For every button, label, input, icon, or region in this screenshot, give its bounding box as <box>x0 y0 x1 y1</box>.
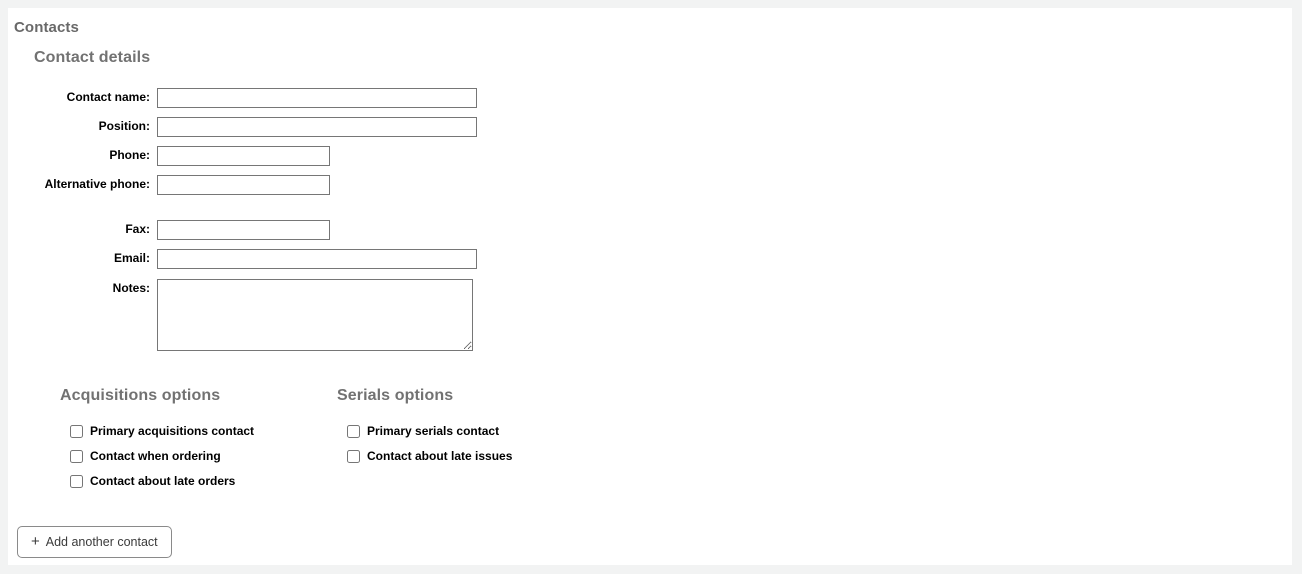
contact-about-late-orders-label: Contact about late orders <box>90 474 236 488</box>
add-another-contact-label: Add another contact <box>45 535 158 549</box>
contact-details-heading: Contact details <box>34 49 151 66</box>
serials-options-list: Primary serials contact Contact about la… <box>329 423 512 473</box>
notes-label: Notes: <box>112 281 150 295</box>
field-row-fax: Fax: <box>8 220 1292 251</box>
field-row-phone: Phone: <box>8 146 1292 177</box>
phone-input[interactable] <box>157 146 330 166</box>
option-contact-about-late-orders[interactable]: Contact about late orders <box>52 473 235 498</box>
fax-label: Fax: <box>125 222 150 236</box>
contact-name-input[interactable] <box>157 88 477 108</box>
field-row-email: Email: <box>8 249 1292 280</box>
acquisitions-options-column: Acquisitions options Primary acquisition… <box>52 386 254 498</box>
position-label: Position: <box>98 119 150 133</box>
option-primary-acquisitions-contact[interactable]: Primary acquisitions contact <box>52 423 254 448</box>
position-input[interactable] <box>157 117 477 137</box>
field-row-alternative-phone: Alternative phone: <box>8 175 1292 222</box>
option-contact-about-late-issues[interactable]: Contact about late issues <box>329 448 512 473</box>
acquisitions-options-heading: Acquisitions options <box>60 387 221 404</box>
primary-acquisitions-contact-label: Primary acquisitions contact <box>90 424 255 438</box>
phone-label: Phone: <box>109 148 150 162</box>
plus-icon: + <box>31 532 40 550</box>
contact-options: Acquisitions options Primary acquisition… <box>8 386 1292 506</box>
email-label: Email: <box>113 251 150 265</box>
contact-about-late-issues-checkbox[interactable] <box>347 450 360 463</box>
add-another-contact-button[interactable]: + Add another contact <box>17 526 172 558</box>
contact-when-ordering-checkbox[interactable] <box>70 450 83 463</box>
option-contact-when-ordering[interactable]: Contact when ordering <box>52 448 221 473</box>
fax-input[interactable] <box>157 220 330 240</box>
page-title: Contacts <box>14 19 79 36</box>
email-input[interactable] <box>157 249 477 269</box>
alternative-phone-input[interactable] <box>157 175 330 195</box>
acquisitions-options-list: Primary acquisitions contact Contact whe… <box>52 423 254 498</box>
field-row-position: Position: <box>8 117 1292 148</box>
primary-serials-contact-label: Primary serials contact <box>367 424 500 438</box>
contact-about-late-orders-checkbox[interactable] <box>70 475 83 488</box>
field-row-contact-name: Contact name: <box>8 88 1292 119</box>
field-row-notes: Notes: <box>8 279 1292 360</box>
contact-when-ordering-label: Contact when ordering <box>90 449 221 463</box>
primary-acquisitions-contact-checkbox[interactable] <box>70 425 83 438</box>
contact-about-late-issues-label: Contact about late issues <box>367 449 513 463</box>
notes-textarea[interactable] <box>157 279 473 351</box>
contact-name-label: Contact name: <box>66 90 150 104</box>
serials-options-column: Serials options Primary serials contact … <box>329 386 512 473</box>
contact-details-form: Contact name: Position: Phone: Alternati… <box>8 88 1292 360</box>
contacts-panel: Contacts Contact details Contact name: P… <box>8 8 1292 565</box>
primary-serials-contact-checkbox[interactable] <box>347 425 360 438</box>
option-primary-serials-contact[interactable]: Primary serials contact <box>329 423 499 448</box>
serials-options-heading: Serials options <box>337 387 454 404</box>
alternative-phone-label: Alternative phone: <box>44 177 150 191</box>
